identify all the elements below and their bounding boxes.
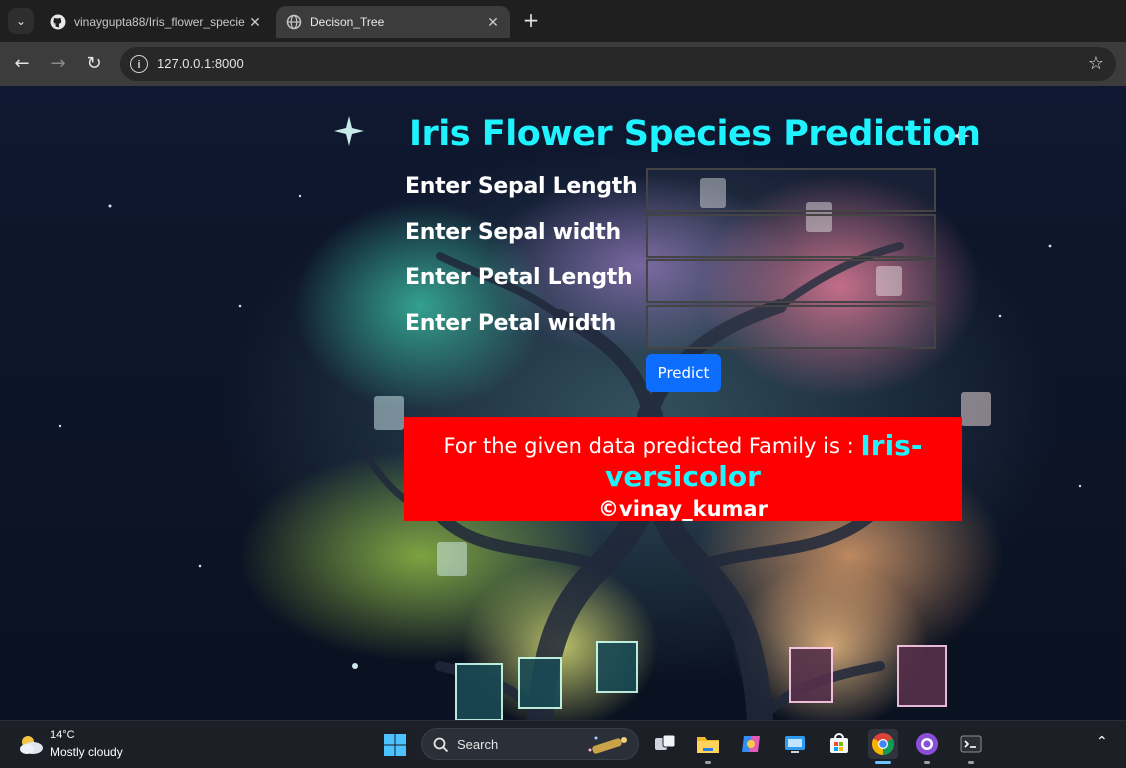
tab-search-button[interactable]: ⌄ — [8, 8, 34, 34]
petal-length-label: Enter Petal Length — [405, 265, 633, 290]
result-species-value-continued: versicolor — [605, 460, 761, 493]
predict-button[interactable]: Predict — [646, 354, 721, 392]
running-indicator — [705, 761, 711, 764]
chrome-icon[interactable] — [868, 729, 898, 764]
file-explorer-icon[interactable] — [693, 729, 723, 764]
running-indicator — [875, 761, 891, 764]
address-bar[interactable]: i 127.0.0.1:8000 ☆ — [120, 47, 1116, 81]
sepal-width-row: Enter Sepal width — [405, 214, 945, 258]
github-desktop-icon[interactable] — [912, 729, 942, 764]
running-indicator — [968, 761, 974, 764]
globe-icon — [286, 14, 302, 30]
tab-title: Decison_Tree — [310, 15, 385, 29]
windows-start-icon[interactable] — [383, 733, 407, 757]
tab-decision-tree[interactable]: Decison_Tree ✕ — [276, 6, 510, 38]
running-indicator — [924, 761, 930, 764]
url-text[interactable]: 127.0.0.1:8000 — [157, 56, 244, 71]
task-view-icon[interactable] — [650, 729, 680, 759]
result-label: For the given data predicted Family is : — [443, 434, 854, 458]
result-species-value: Iris- — [860, 429, 923, 462]
sepal-width-label: Enter Sepal width — [405, 220, 621, 245]
partly-cloudy-icon[interactable] — [17, 733, 45, 755]
sepal-length-row: Enter Sepal Length — [405, 168, 945, 212]
reload-icon[interactable]: ↻ — [82, 52, 106, 76]
microsoft-store-icon[interactable] — [824, 729, 854, 759]
remote-desktop-icon[interactable] — [780, 729, 810, 759]
search-icon — [433, 737, 449, 753]
page-viewport: Iris Flower Species Prediction Enter Sep… — [0, 86, 1126, 720]
tab-github[interactable]: vinaygupta88/Iris_flower_specie ✕ — [40, 6, 272, 38]
windows-taskbar: 14°C Mostly cloudy Search ⌃ — [0, 720, 1126, 768]
browser-toolbar: ← → ↻ i 127.0.0.1:8000 ☆ — [0, 42, 1126, 86]
new-tab-button[interactable]: + — [520, 9, 542, 31]
close-tab-icon[interactable]: ✕ — [484, 13, 502, 31]
petal-width-label: Enter Petal width — [405, 311, 616, 336]
back-arrow-icon[interactable]: ← — [10, 52, 34, 76]
weather-temperature[interactable]: 14°C — [50, 729, 75, 741]
site-info-icon[interactable]: i — [130, 55, 148, 73]
petal-width-input[interactable] — [646, 305, 936, 349]
petal-width-row: Enter Petal width — [405, 305, 945, 349]
weather-description[interactable]: Mostly cloudy — [50, 745, 123, 759]
petal-length-row: Enter Petal Length — [405, 259, 945, 303]
copilot-icon[interactable] — [736, 729, 766, 759]
petal-length-input[interactable] — [646, 259, 936, 303]
sepal-width-input[interactable] — [646, 214, 936, 258]
sepal-length-input[interactable] — [646, 168, 936, 212]
bookmark-star-icon[interactable]: ☆ — [1088, 53, 1104, 74]
tab-title: vinaygupta88/Iris_flower_specie — [74, 15, 245, 29]
taskbar-search-box[interactable]: Search — [421, 728, 639, 760]
sepal-length-label: Enter Sepal Length — [405, 174, 638, 199]
forward-arrow-icon[interactable]: → — [46, 52, 70, 76]
page-title: Iris Flower Species Prediction — [409, 114, 981, 154]
author-credit: ©vinay_kumar — [598, 497, 768, 521]
search-highlight-icon — [588, 736, 627, 754]
search-label: Search — [457, 737, 499, 752]
terminal-icon[interactable] — [956, 729, 986, 764]
prediction-result-box: For the given data predicted Family is :… — [404, 417, 962, 521]
show-hidden-icons-chevron-icon[interactable]: ⌃ — [1096, 734, 1108, 750]
close-tab-icon[interactable]: ✕ — [246, 13, 264, 31]
browser-tab-strip: ⌄ vinaygupta88/Iris_flower_specie ✕ Deci… — [0, 0, 1126, 42]
github-icon — [50, 14, 66, 30]
